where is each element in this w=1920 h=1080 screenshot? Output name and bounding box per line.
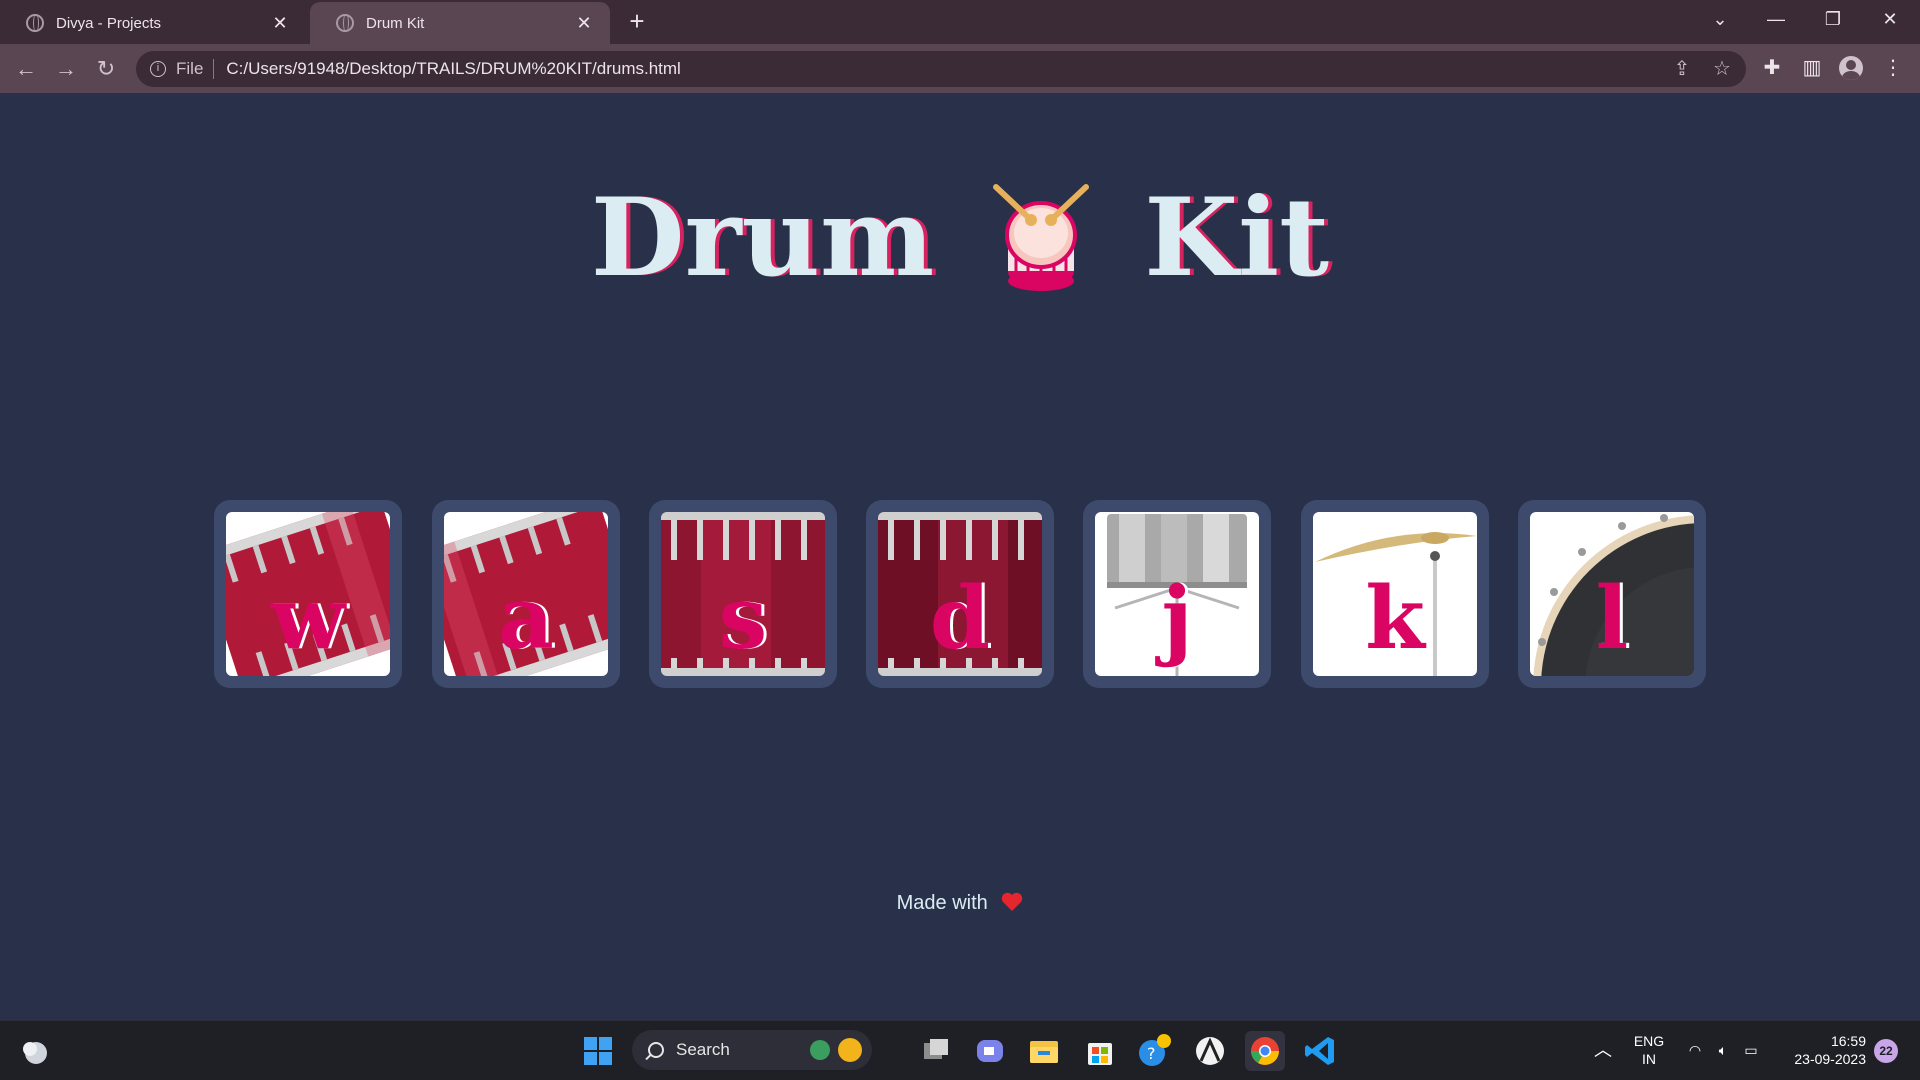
drum-emoji-icon <box>986 183 1096 293</box>
close-window-button[interactable]: ✕ <box>1862 0 1918 40</box>
drum-key-label: w <box>270 568 346 669</box>
title-word-kit: Kit <box>1144 175 1330 301</box>
show-hidden-icons-chevron[interactable]: ︿ <box>1590 1041 1616 1059</box>
tab-title: Divya - Projects <box>56 14 162 32</box>
drum-key-label: j <box>1161 568 1193 669</box>
divider <box>213 59 215 79</box>
language-indicator[interactable]: ENG IN <box>1627 1032 1671 1068</box>
clock-time: 16:59 <box>1830 1033 1866 1049</box>
get-help-icon[interactable]: ? <box>1134 1031 1174 1071</box>
heart-icon <box>1002 892 1023 911</box>
profile-avatar[interactable] <box>1839 56 1863 80</box>
app-launcher-icon[interactable] <box>1190 1031 1230 1071</box>
globe-icon <box>336 14 354 32</box>
drum-button-j[interactable]: j <box>1083 500 1271 688</box>
file-explorer-icon[interactable] <box>1024 1031 1064 1071</box>
drum-button-w[interactable]: w <box>214 500 402 688</box>
menu-kebab-icon[interactable]: ⋮ <box>1878 53 1908 83</box>
region-code: IN <box>1642 1051 1656 1067</box>
taskbar: Search ? ︿ ENG IN ◠ 🔈︎ ▭ 16:59 23-09-202… <box>0 1020 1920 1080</box>
forward-button[interactable]: → <box>50 53 82 85</box>
snare-drum-image: d <box>878 512 1042 676</box>
tab-drum-kit[interactable]: Drum Kit ✕ <box>310 2 610 44</box>
tab-strip: Divya - Projects ✕ Drum Kit ✕ + ⌄ — ❐ ✕ <box>0 0 1920 44</box>
drum-key-label: d <box>929 568 991 669</box>
close-tab-icon[interactable]: ✕ <box>268 13 292 34</box>
wifi-icon[interactable]: ◠ <box>1683 1041 1707 1059</box>
volume-icon[interactable]: 🔈︎ <box>1711 1041 1735 1059</box>
url-text[interactable]: C:/Users/91948/Desktop/TRAILS/DRUM%20KIT… <box>226 59 680 79</box>
notification-badge[interactable]: 22 <box>1874 1039 1898 1063</box>
share-icon[interactable]: ⇪ <box>1668 53 1696 85</box>
tom-drum-image: a <box>444 512 608 676</box>
vscode-icon[interactable] <box>1300 1031 1340 1071</box>
language-code: ENG <box>1633 1033 1665 1049</box>
clock[interactable]: 16:59 23-09-2023 <box>1776 1032 1866 1068</box>
search-label: Search <box>676 1040 730 1059</box>
snare-drum-image: s <box>661 512 825 676</box>
drum-button-a[interactable]: a <box>432 500 620 688</box>
page-title: Drum Kit <box>0 168 1920 308</box>
minimize-button[interactable]: — <box>1748 0 1804 40</box>
drum-key-label: k <box>1365 568 1425 669</box>
drum-key-label: l <box>1595 568 1629 669</box>
weather-icon[interactable] <box>16 1031 56 1071</box>
address-bar[interactable]: i File C:/Users/91948/Desktop/TRAILS/DRU… <box>136 51 1746 87</box>
teams-chat-icon[interactable] <box>970 1031 1010 1071</box>
reload-button[interactable]: ↻ <box>90 53 122 85</box>
search-highlight-icon <box>810 1038 862 1062</box>
bookmark-star-icon[interactable]: ☆ <box>1708 53 1736 85</box>
globe-icon <box>26 14 44 32</box>
drum-button-s[interactable]: s <box>649 500 837 688</box>
restore-button[interactable]: ❐ <box>1805 0 1861 40</box>
scheme-label: File <box>176 59 204 78</box>
drum-button-k[interactable]: k <box>1301 500 1489 688</box>
taskbar-search[interactable]: Search <box>632 1030 872 1070</box>
footer-text: Made with <box>896 892 988 914</box>
cymbal-image: k <box>1313 512 1477 676</box>
drum-button-l[interactable]: l <box>1518 500 1706 688</box>
battery-icon[interactable]: ▭ <box>1739 1041 1763 1059</box>
drum-key-label: a <box>498 568 554 669</box>
microsoft-store-icon[interactable] <box>1080 1031 1120 1071</box>
close-tab-icon[interactable]: ✕ <box>572 13 596 34</box>
tab-divya-projects[interactable]: Divya - Projects ✕ <box>0 2 306 44</box>
chrome-icon[interactable] <box>1245 1031 1285 1071</box>
back-button[interactable]: ← <box>10 53 42 85</box>
footer: Made with <box>0 892 1920 915</box>
drum-key-label: s <box>718 568 768 669</box>
task-view-icon[interactable] <box>916 1031 956 1071</box>
drum-button-d[interactable]: d <box>866 500 1054 688</box>
clock-date: 23-09-2023 <box>1794 1051 1866 1067</box>
bass-drum-image: l <box>1530 512 1694 676</box>
svg-text:?: ? <box>1147 1044 1156 1063</box>
new-tab-button[interactable]: + <box>622 6 652 36</box>
title-word-drum: Drum <box>590 175 935 301</box>
start-windows-icon[interactable] <box>578 1031 618 1071</box>
side-panel-icon[interactable]: ▥ <box>1797 53 1827 83</box>
tab-search-chevron-icon[interactable]: ⌄ <box>1692 0 1748 40</box>
search-icon <box>648 1042 664 1058</box>
toolbar: ← → ↻ i File C:/Users/91948/Desktop/TRAI… <box>0 44 1920 94</box>
tom-drum-image: w <box>226 512 390 676</box>
tab-title: Drum Kit <box>366 14 425 32</box>
info-icon[interactable]: i <box>150 61 166 77</box>
hi-hat-drum-image: j <box>1095 512 1259 676</box>
extensions-puzzle-icon[interactable]: ✚ <box>1757 53 1787 83</box>
